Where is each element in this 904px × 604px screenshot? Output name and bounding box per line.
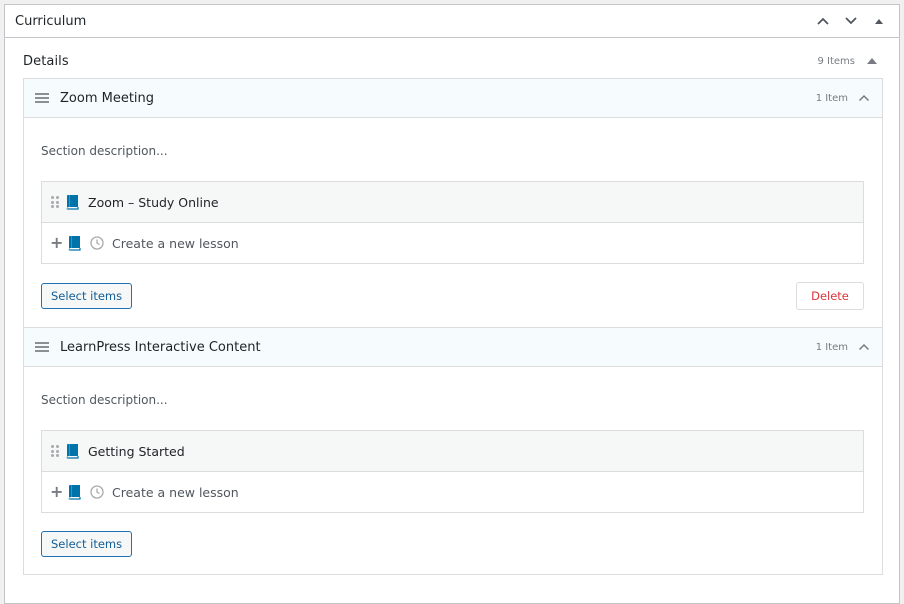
section-drag-handle-icon[interactable] — [35, 342, 49, 352]
select-items-button[interactable]: Select items — [41, 283, 133, 309]
curriculum-postbox: Curriculum Details 9 Items Zoom Meeting … — [4, 4, 900, 604]
new-lesson-row: + Create a new lesson — [42, 472, 863, 512]
delete-section-button[interactable]: Delete — [796, 282, 864, 310]
collapse-all-icon[interactable] — [865, 56, 879, 66]
new-lesson-row: + Create a new lesson — [42, 223, 863, 263]
handle-actions — [809, 5, 899, 37]
list-item[interactable]: Getting Started — [42, 431, 863, 472]
move-down-button[interactable] — [837, 5, 865, 37]
book-icon — [66, 195, 79, 210]
book-icon[interactable] — [68, 235, 82, 251]
clock-icon[interactable] — [90, 485, 104, 499]
section-meta: 1 Item — [816, 342, 882, 353]
section-items-table: Zoom – Study Online + Create a new lesso… — [41, 181, 864, 264]
postbox-title: Curriculum — [15, 14, 87, 29]
postbox-header: Curriculum — [5, 5, 899, 38]
select-items-button[interactable]: Select items — [41, 531, 133, 557]
section-title[interactable]: LearnPress Interactive Content — [60, 340, 261, 355]
section-header: Zoom Meeting 1 Item — [24, 79, 882, 118]
chevron-down-icon — [845, 17, 857, 25]
section-item-count: 1 Item — [815, 92, 848, 104]
items-count-wrap: 9 Items — [817, 56, 883, 67]
sections-list: Zoom Meeting 1 Item Section description.… — [23, 78, 883, 575]
toggle-panel-button[interactable] — [865, 5, 893, 37]
section-items-table: Getting Started + Create a new lesson — [41, 430, 864, 513]
plus-icon: + — [50, 482, 64, 501]
curriculum-inside: Details 9 Items Zoom Meeting 1 Item Sect… — [5, 38, 899, 575]
section-collapse-chevron-icon[interactable] — [858, 343, 870, 351]
details-header: Details 9 Items — [23, 38, 883, 78]
section-learnpress-interactive-content: LearnPress Interactive Content 1 Item Se… — [23, 328, 883, 575]
item-drag-handle-icon[interactable] — [51, 445, 59, 457]
item-drag-handle-icon[interactable] — [51, 196, 59, 208]
item-title[interactable]: Getting Started — [88, 444, 185, 459]
section-collapse-chevron-icon[interactable] — [858, 94, 870, 102]
chevron-up-icon — [817, 17, 829, 25]
list-item[interactable]: Zoom – Study Online — [42, 182, 863, 223]
section-title[interactable]: Zoom Meeting — [60, 91, 154, 106]
section-header: LearnPress Interactive Content 1 Item — [24, 328, 882, 367]
new-lesson-input[interactable]: Create a new lesson — [112, 485, 239, 500]
move-up-button[interactable] — [809, 5, 837, 37]
new-lesson-input[interactable]: Create a new lesson — [112, 236, 239, 251]
clock-icon[interactable] — [90, 236, 104, 250]
section-description-input[interactable]: Section description... — [41, 118, 864, 181]
total-items-count: 9 Items — [817, 55, 855, 67]
plus-icon: + — [50, 233, 64, 252]
section-zoom-meeting: Zoom Meeting 1 Item Section description.… — [23, 78, 883, 328]
triangle-up-icon — [875, 19, 883, 24]
section-meta: 1 Item — [816, 93, 882, 104]
section-description-input[interactable]: Section description... — [41, 367, 864, 430]
item-title[interactable]: Zoom – Study Online — [88, 195, 219, 210]
section-item-count: 1 Item — [815, 341, 848, 353]
book-icon — [66, 444, 79, 459]
book-icon[interactable] — [68, 484, 82, 500]
details-title: Details — [23, 53, 69, 69]
section-drag-handle-icon[interactable] — [35, 93, 49, 103]
